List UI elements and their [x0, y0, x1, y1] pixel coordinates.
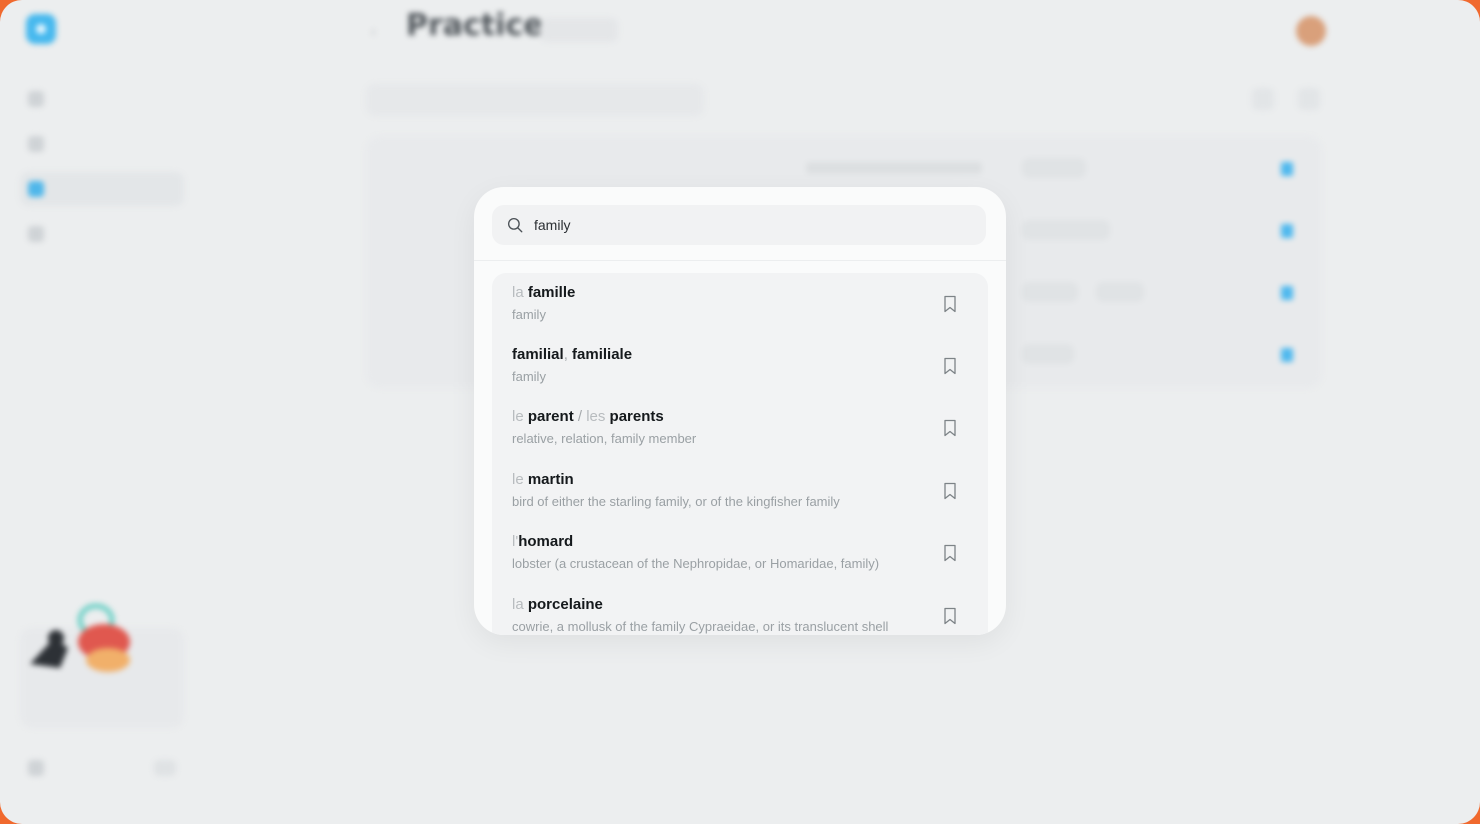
- result-gloss: cowrie, a mollusk of the family Cypraeid…: [512, 619, 889, 634]
- nav-icon: [28, 226, 44, 242]
- app-logo: [26, 14, 56, 44]
- nav-icon: [28, 181, 44, 197]
- result-word: familial: [512, 346, 564, 363]
- promo-card[interactable]: [20, 603, 184, 728]
- background-tag: [1022, 158, 1086, 178]
- search-box[interactable]: [492, 205, 986, 245]
- app-window: ‹ Practice family la famille family fami…: [0, 0, 1480, 824]
- bookmark-icon[interactable]: [1281, 162, 1293, 176]
- result-word: famille: [527, 284, 576, 301]
- result-term: la porcelaine: [512, 596, 603, 613]
- sidebar-item-1[interactable]: [20, 82, 184, 116]
- back-chevron-icon[interactable]: ‹: [370, 22, 376, 41]
- result-row[interactable]: le parent / les parents relative, relatio…: [492, 403, 988, 465]
- result-gloss: family: [512, 307, 546, 322]
- feedback-badge: [154, 760, 176, 776]
- bookmark-icon[interactable]: [942, 419, 958, 437]
- result-word: familiale: [572, 346, 633, 363]
- results-list: la famille family familial, familiale famil…: [492, 273, 988, 635]
- nav-icon: [28, 136, 44, 152]
- result-gloss: bird of either the starling family, or o…: [512, 494, 840, 509]
- sidebar: [0, 0, 200, 824]
- result-word: parents: [609, 408, 664, 425]
- result-term: l'homard: [512, 533, 573, 550]
- background-tool-button[interactable]: [1252, 88, 1274, 110]
- sidebar-item-2[interactable]: [20, 127, 184, 161]
- nav-icon: [28, 91, 44, 107]
- result-term: le parent / les parents: [512, 408, 664, 425]
- background-definition: [806, 162, 982, 174]
- result-article: la: [512, 284, 528, 301]
- background-tag: [1022, 344, 1074, 364]
- language-select[interactable]: [540, 18, 618, 42]
- bookmark-icon[interactable]: [942, 544, 958, 562]
- background-search-input[interactable]: [366, 84, 704, 116]
- modal-divider: [474, 260, 1006, 261]
- result-article: la: [512, 596, 528, 613]
- bookmark-icon[interactable]: [942, 482, 958, 500]
- background-tag: [1096, 282, 1144, 302]
- result-word: martin: [527, 471, 574, 488]
- result-row[interactable]: le martin bird of either the starling fam…: [492, 466, 988, 528]
- result-row[interactable]: la famille family: [492, 279, 988, 341]
- sidebar-item-4[interactable]: [20, 217, 184, 251]
- result-article: le: [512, 408, 528, 425]
- result-row[interactable]: l'homard lobster (a crustacean of the Nep…: [492, 528, 988, 590]
- result-row[interactable]: familial, familiale family: [492, 341, 988, 403]
- bookmark-icon[interactable]: [1281, 224, 1293, 238]
- search-modal: la famillefamilyfamilial, familialefamil…: [474, 187, 1006, 635]
- result-separator: ,: [563, 346, 573, 363]
- bookmark-icon[interactable]: [1281, 286, 1293, 300]
- sidebar-item-3[interactable]: [20, 172, 184, 206]
- promo-illustration: [30, 603, 130, 672]
- result-word: homard: [518, 533, 574, 550]
- background-tool-button[interactable]: [1298, 88, 1320, 110]
- result-gloss: relative, relation, family member: [512, 431, 697, 446]
- result-term: le martin: [512, 471, 574, 488]
- result-term: familial, familiale: [512, 346, 632, 363]
- background-tag: [1022, 282, 1078, 302]
- result-row[interactable]: la porcelaine cowrie, a mollusk of the fa…: [492, 591, 988, 635]
- avatar[interactable]: [1296, 16, 1326, 46]
- result-gloss: lobster (a crustacean of the Nephropidae…: [512, 556, 880, 571]
- result-word: porcelaine: [527, 596, 603, 613]
- search-icon: [507, 217, 523, 233]
- result-gloss: family: [512, 369, 546, 384]
- bookmark-icon[interactable]: [942, 607, 958, 625]
- page-title: Practice: [406, 8, 544, 43]
- result-term: la famille: [512, 284, 575, 301]
- search-input[interactable]: [532, 216, 986, 234]
- result-article: les: [586, 408, 610, 425]
- feedback-item[interactable]: [20, 752, 184, 784]
- bookmark-icon[interactable]: [1281, 348, 1293, 362]
- feedback-icon: [28, 760, 44, 776]
- bookmark-icon[interactable]: [942, 295, 958, 313]
- result-word: parent: [527, 408, 574, 425]
- bookmark-icon[interactable]: [942, 357, 958, 375]
- result-separator: /: [573, 408, 587, 425]
- promo-text: [26, 698, 156, 714]
- background-tag: [1022, 220, 1110, 240]
- result-article: le: [512, 471, 528, 488]
